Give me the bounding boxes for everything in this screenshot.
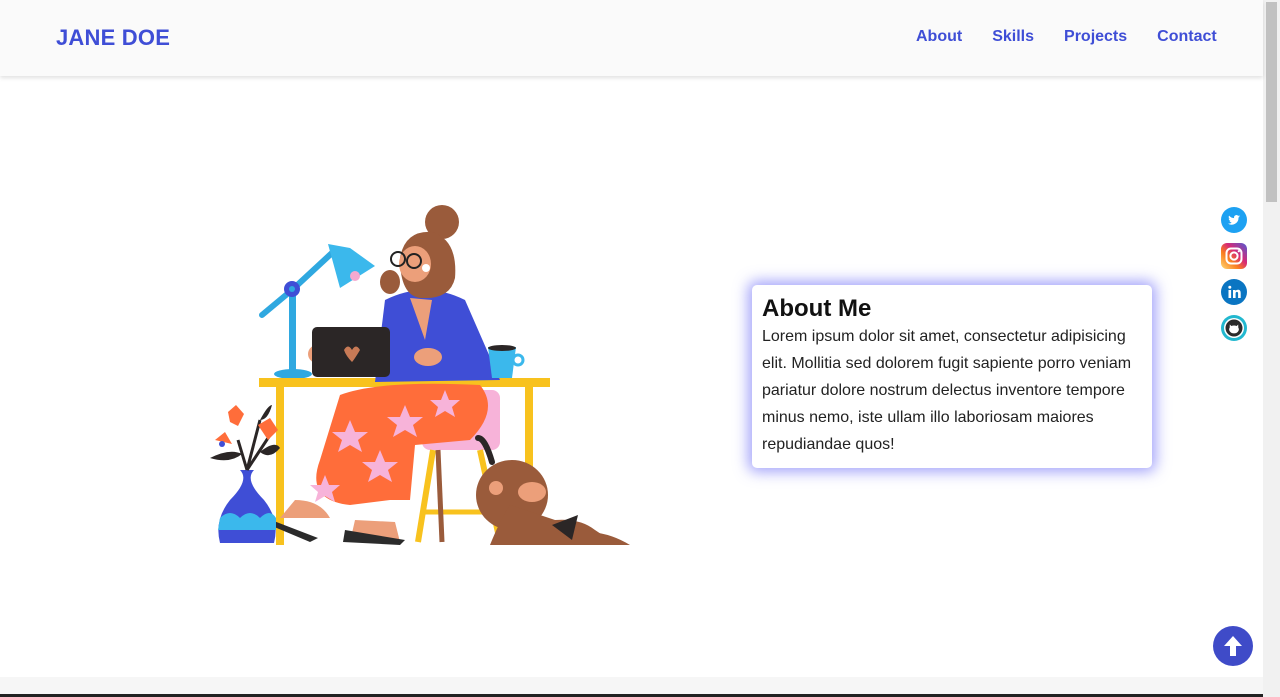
- brand-logo[interactable]: JANE DOE: [56, 25, 170, 51]
- about-title: About Me: [762, 295, 872, 322]
- github-icon[interactable]: [1221, 315, 1247, 341]
- arrow-up-icon: [1224, 636, 1242, 656]
- cup-graphic: [488, 345, 525, 378]
- nav-projects[interactable]: Projects: [1064, 28, 1127, 46]
- about-line: pariatur dolore nostrum delectus invento…: [762, 382, 1125, 399]
- scrollbar-thumb[interactable]: [1266, 2, 1277, 202]
- vase-graphic: [210, 405, 280, 543]
- laptop-graphic: [312, 327, 390, 377]
- about-line: Lorem ipsum dolor sit amet, consectetur …: [762, 328, 1126, 345]
- instagram-icon[interactable]: [1221, 243, 1247, 269]
- nav-links: About Skills Projects Contact: [916, 28, 1217, 46]
- navbar: JANE DOE About Skills Projects Contact: [0, 0, 1263, 76]
- nav-about[interactable]: About: [916, 28, 962, 46]
- twitter-icon[interactable]: [1221, 207, 1247, 233]
- linkedin-icon[interactable]: [1221, 279, 1247, 305]
- scrollbar[interactable]: [1263, 0, 1280, 697]
- about-text: Lorem ipsum dolor sit amet, consectetur …: [762, 323, 1142, 458]
- hero-illustration: [210, 205, 630, 545]
- scroll-to-top-button[interactable]: [1213, 626, 1253, 666]
- dog-graphic: [475, 435, 630, 545]
- nav-contact[interactable]: Contact: [1157, 28, 1217, 46]
- about-line: minus nemo, iste ullam illo laboriosam m…: [762, 409, 1094, 426]
- about-card: About Me Lorem ipsum dolor sit amet, con…: [752, 285, 1152, 468]
- about-line: repudiandae quos!: [762, 436, 895, 453]
- nav-skills[interactable]: Skills: [992, 28, 1034, 46]
- about-line: elit. Mollitia sed dolorem fugit sapient…: [762, 355, 1132, 372]
